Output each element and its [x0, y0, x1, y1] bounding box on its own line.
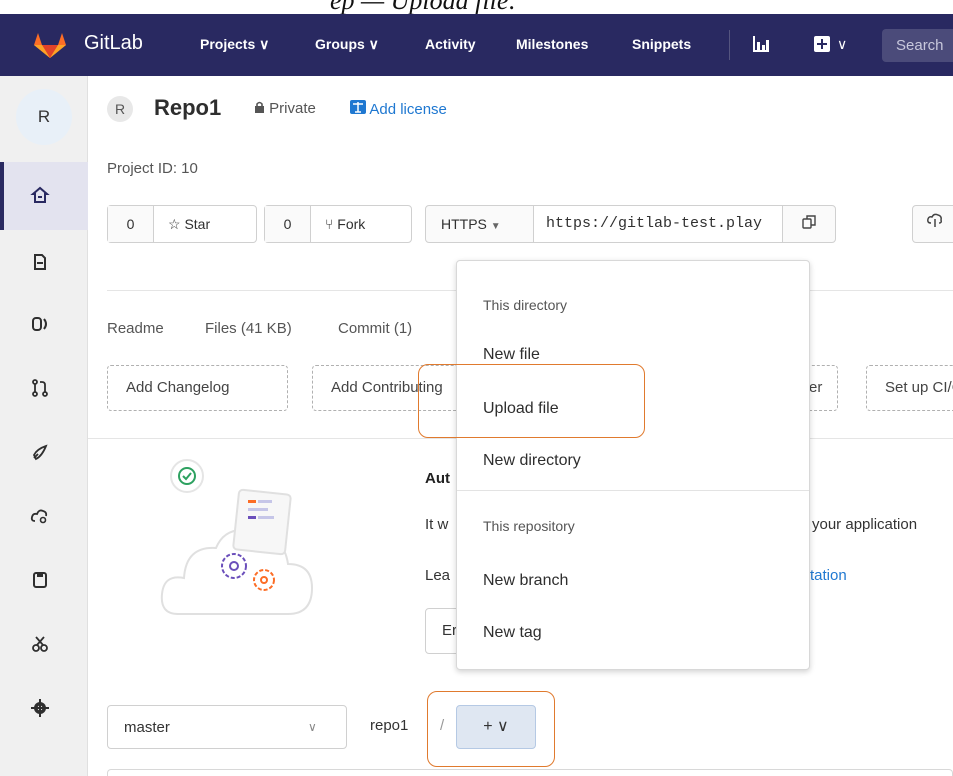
dropdown-header-directory: This directory: [483, 297, 568, 313]
scale-icon: [350, 100, 366, 114]
add-license-text: Add license: [369, 101, 447, 118]
visibility-label: Private: [254, 100, 316, 117]
add-contributing-button[interactable]: Add Contributing: [312, 365, 472, 411]
wiki-icon[interactable]: [30, 570, 50, 590]
dropdown-header-repository: This repository: [483, 518, 575, 534]
caret-down-icon: ▼: [490, 221, 501, 232]
fork-button[interactable]: ⑂ Fork: [311, 206, 381, 242]
fork-label: Fork: [337, 216, 366, 232]
issues-icon[interactable]: [30, 314, 50, 334]
learn-more-text: Lea: [425, 567, 451, 584]
file-tree-header: [107, 769, 953, 776]
copy-icon: [802, 215, 816, 229]
fork-button-group[interactable]: 0 ⑂ Fork: [264, 205, 412, 243]
dropdown-divider: [457, 490, 809, 491]
merge-requests-icon[interactable]: [30, 378, 50, 398]
documentation-link[interactable]: tation: [810, 567, 847, 584]
nav-projects[interactable]: Projects ∨: [200, 36, 269, 53]
auto-devops-desc-tail: your application: [812, 516, 918, 533]
cloud-download-icon: [927, 213, 942, 227]
sidebar-project-avatar[interactable]: R: [16, 89, 72, 145]
nav-groups[interactable]: Groups ∨: [315, 36, 379, 53]
menu-item-new-directory[interactable]: New directory: [483, 452, 581, 470]
project-avatar: R: [107, 96, 133, 122]
menu-item-new-tag[interactable]: New tag: [483, 624, 542, 642]
search-input[interactable]: Search: [882, 29, 953, 62]
top-caption: ep — Upload file:: [0, 0, 953, 14]
sidebar-active-indicator: [0, 162, 4, 230]
readme-link[interactable]: Readme: [107, 320, 164, 337]
visibility-text: Private: [269, 100, 316, 117]
project-id: Project ID: 10: [107, 160, 198, 177]
download-button[interactable]: [912, 205, 953, 243]
breadcrumb-repo[interactable]: repo1: [370, 717, 408, 734]
nav-separator: [729, 30, 730, 60]
nav-milestones[interactable]: Milestones: [516, 36, 588, 52]
nav-snippets[interactable]: Snippets: [632, 36, 691, 52]
settings-icon[interactable]: [30, 698, 50, 718]
repository-icon[interactable]: [30, 252, 50, 272]
star-button-group[interactable]: 0 ☆ Star: [107, 205, 257, 243]
protocol-label: HTTPS: [441, 216, 487, 232]
plus-square-icon[interactable]: [813, 35, 831, 53]
caption-text: ep — Upload file:: [330, 0, 517, 14]
add-changelog-button[interactable]: Add Changelog: [107, 365, 288, 411]
lock-icon: [255, 101, 264, 113]
add-to-tree-dropdown: This directory New file Upload file New …: [456, 260, 810, 670]
fork-icon: ⑂: [325, 216, 334, 232]
auto-devops-desc: It w: [425, 516, 449, 533]
add-license-link[interactable]: Add license: [350, 100, 447, 118]
auto-devops-title: Aut: [425, 470, 450, 487]
chevron-down-icon: ∨: [308, 720, 317, 734]
new-menu-caret[interactable]: ∨: [837, 36, 847, 53]
top-navbar: GitLab Projects ∨ Groups ∨ Activity Mile…: [0, 14, 953, 76]
breadcrumb-separator: /: [440, 717, 445, 734]
star-button[interactable]: ☆ Star: [154, 206, 226, 242]
protocol-dropdown[interactable]: HTTPS ▼: [425, 205, 534, 243]
setup-ci-button[interactable]: Set up CI/CD: [866, 365, 953, 411]
add-to-tree-button[interactable]: + ∨: [456, 705, 536, 749]
auto-devops-illustration: [160, 459, 314, 615]
ci-cd-icon[interactable]: [30, 442, 50, 462]
star-icon: ☆: [168, 216, 181, 232]
home-icon[interactable]: [30, 185, 50, 205]
chart-icon[interactable]: [752, 35, 770, 53]
clone-url-field[interactable]: https://gitlab-test.play: [533, 205, 783, 243]
menu-item-new-branch[interactable]: New branch: [483, 572, 568, 590]
menu-item-upload-file[interactable]: Upload file: [483, 400, 559, 418]
operations-icon[interactable]: [30, 506, 50, 526]
star-label: Star: [184, 216, 211, 232]
search-placeholder: Search: [896, 37, 944, 54]
commits-link[interactable]: Commit (1): [338, 320, 412, 337]
snippets-icon[interactable]: [30, 634, 50, 654]
copy-url-button[interactable]: [782, 205, 836, 243]
fork-count: 0: [265, 206, 311, 242]
project-sidebar: R: [0, 76, 88, 776]
menu-item-new-file[interactable]: New file: [483, 346, 540, 364]
project-title: Repo1: [154, 95, 222, 120]
files-link[interactable]: Files (41 KB): [205, 320, 292, 337]
gitlab-logo-icon[interactable]: [30, 31, 70, 59]
nav-activity[interactable]: Activity: [425, 36, 476, 52]
brand-name[interactable]: GitLab: [84, 32, 143, 55]
star-count: 0: [108, 206, 154, 242]
